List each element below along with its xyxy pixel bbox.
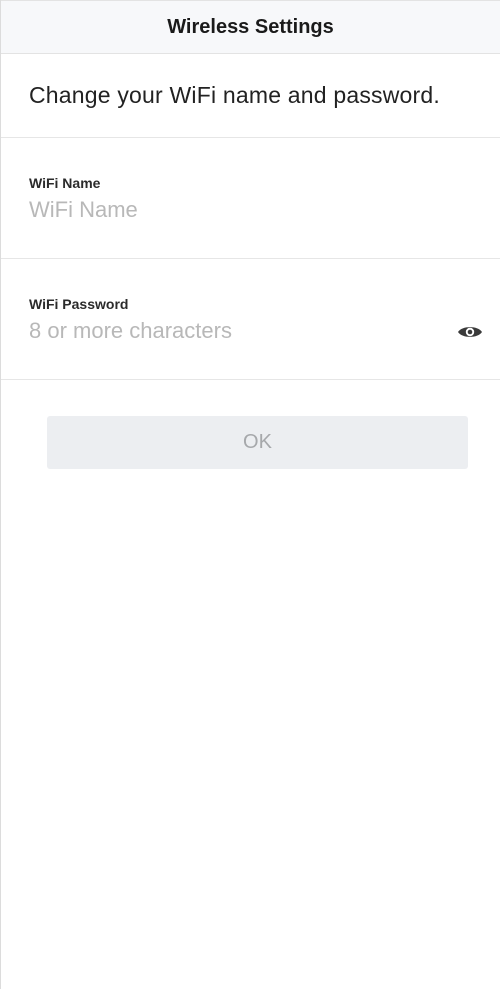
ok-button[interactable]: OK (47, 416, 468, 469)
wifi-name-input[interactable] (29, 197, 409, 223)
intro-text: Change your WiFi name and password. (29, 82, 440, 108)
eye-icon[interactable] (456, 322, 484, 342)
wifi-password-field: WiFi Password (1, 259, 500, 380)
wifi-password-input[interactable] (29, 318, 409, 344)
wifi-name-label: WiFi Name (29, 175, 101, 191)
wireless-settings-screen: Wireless Settings Change your WiFi name … (0, 0, 500, 989)
wifi-password-label: WiFi Password (29, 296, 129, 312)
page-title: Wireless Settings (167, 15, 334, 38)
wifi-name-field: WiFi Name (1, 138, 500, 259)
intro-section: Change your WiFi name and password. (1, 54, 500, 138)
header-bar: Wireless Settings (1, 0, 500, 54)
actions-area: OK (1, 380, 500, 469)
